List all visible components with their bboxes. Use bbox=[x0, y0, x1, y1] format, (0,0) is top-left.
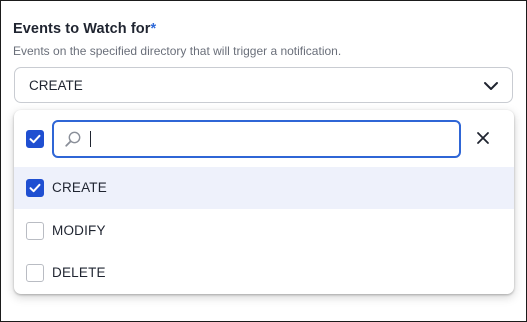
required-marker: * bbox=[150, 21, 157, 37]
text-caret bbox=[90, 131, 91, 147]
option-checkbox[interactable] bbox=[26, 179, 44, 197]
events-field-panel: Events to Watch for* Events on the speci… bbox=[0, 0, 527, 322]
option-label: DELETE bbox=[52, 265, 106, 280]
chevron-down-icon[interactable] bbox=[482, 77, 500, 95]
search-input[interactable] bbox=[52, 120, 461, 158]
search-icon bbox=[65, 131, 81, 147]
option-checkbox[interactable] bbox=[26, 222, 44, 240]
field-helper-text: Events on the specified directory that w… bbox=[13, 44, 342, 58]
events-dropdown-menu: CREATE MODIFY DELETE bbox=[14, 110, 514, 294]
check-icon bbox=[29, 183, 41, 193]
option-create[interactable]: CREATE bbox=[14, 167, 514, 209]
field-label-text: Events to Watch for bbox=[13, 21, 151, 37]
option-label: MODIFY bbox=[52, 223, 106, 238]
option-modify[interactable]: MODIFY bbox=[14, 210, 514, 252]
check-icon bbox=[29, 134, 41, 144]
select-all-checkbox[interactable] bbox=[26, 130, 44, 148]
option-checkbox[interactable] bbox=[26, 264, 44, 282]
dropdown-search-row bbox=[14, 110, 514, 166]
select-value: CREATE bbox=[29, 78, 83, 93]
close-icon[interactable] bbox=[475, 130, 491, 146]
field-label: Events to Watch for* bbox=[13, 21, 156, 37]
events-select[interactable]: CREATE bbox=[14, 67, 513, 103]
option-label: CREATE bbox=[52, 180, 107, 195]
option-delete[interactable]: DELETE bbox=[14, 252, 514, 294]
